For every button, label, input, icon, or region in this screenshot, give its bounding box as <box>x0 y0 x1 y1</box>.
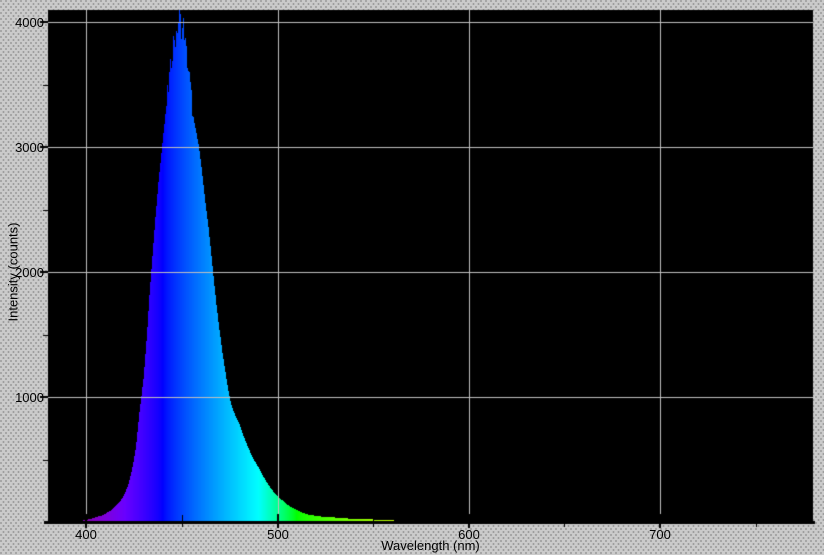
spectrum-plot-canvas <box>0 0 824 555</box>
x-axis-title: Wavelength (nm) <box>48 539 813 552</box>
y-tick-label: 4000 <box>8 16 44 29</box>
x-tick-label: 700 <box>630 528 690 541</box>
x-tick-label: 500 <box>248 528 308 541</box>
x-tick-label: 600 <box>439 528 499 541</box>
x-tick-label: 400 <box>56 528 116 541</box>
y-tick-label: 3000 <box>8 141 44 154</box>
y-tick-label: 2000 <box>8 266 44 279</box>
y-tick-label: 1000 <box>8 391 44 404</box>
spectrometer-chart-window: Wavelength (nm) Intensity (counts) 40050… <box>0 0 824 555</box>
